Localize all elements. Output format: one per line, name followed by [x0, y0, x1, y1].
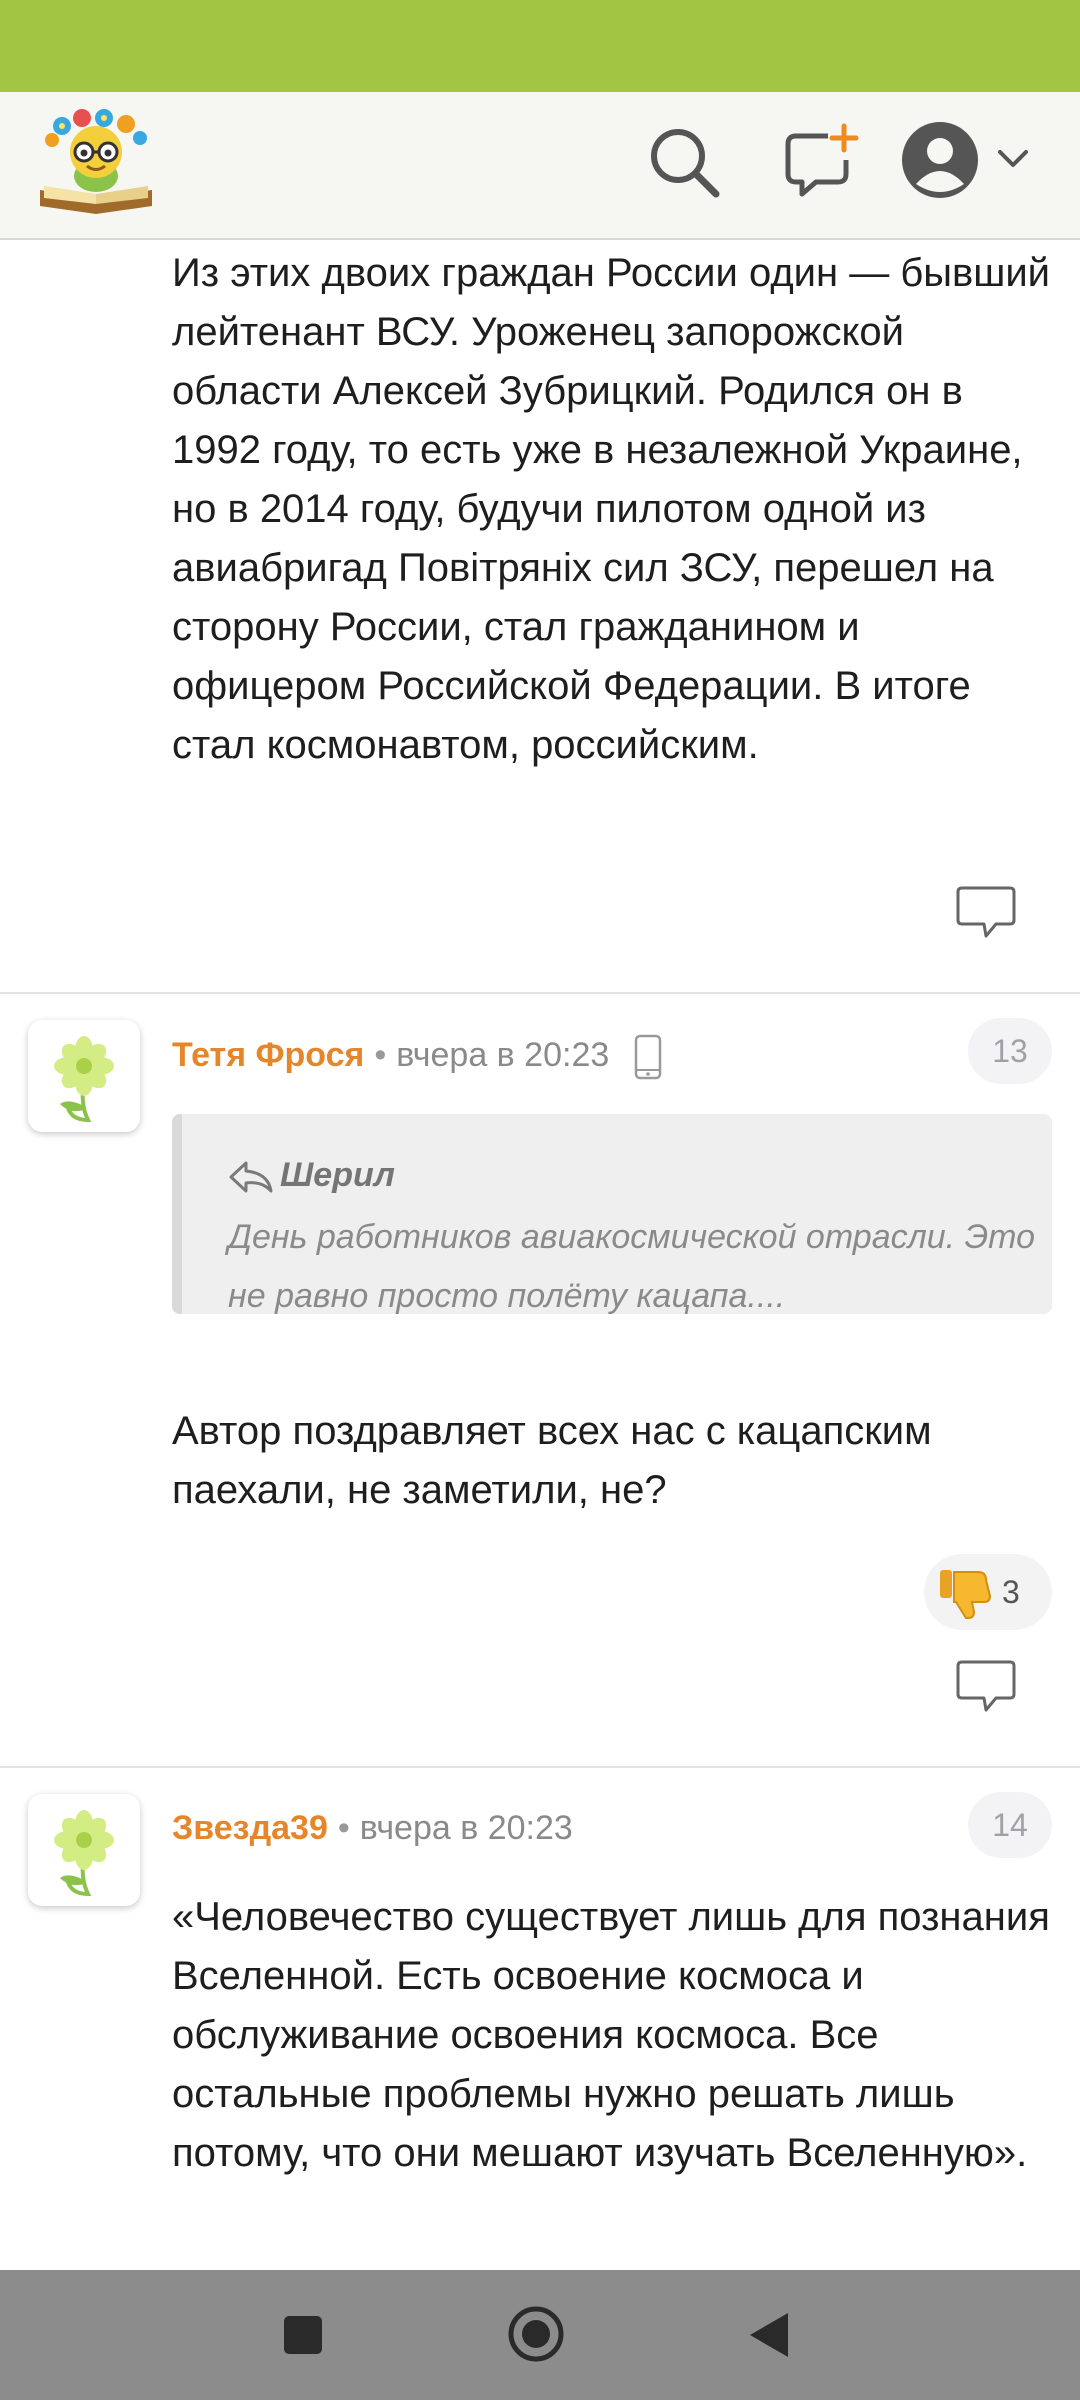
thumbs-down-icon	[940, 1570, 992, 1619]
search-icon[interactable]	[644, 122, 724, 202]
post-body-text: Из этих двоих граждан России один — бывш…	[172, 251, 1051, 767]
book-bee-logo[interactable]	[32, 106, 160, 218]
chevron-down-icon[interactable]	[996, 144, 1030, 174]
status-bar	[0, 0, 1080, 92]
comment-number-badge[interactable]: 14	[968, 1792, 1052, 1858]
comment-meta: Звезда39 • вчера в 20:23	[172, 1803, 573, 1853]
comment-body-text: «Человечество существует лишь для познан…	[172, 1895, 1050, 2175]
avatar[interactable]	[28, 1794, 140, 1906]
flower-icon	[54, 1036, 114, 1123]
comment-number-badge[interactable]: 13	[968, 1018, 1052, 1084]
new-message-icon[interactable]	[776, 122, 864, 202]
meta-separator: •	[374, 1036, 387, 1074]
back-icon[interactable]	[746, 2310, 792, 2360]
comment-meta: Тетя Фрося • вчера в 20:23	[172, 1030, 663, 1080]
quote-author-name: Шерил	[280, 1156, 395, 1194]
phone-icon	[634, 1034, 661, 1080]
comment-author[interactable]: Тетя Фрося	[172, 1036, 364, 1074]
quote-author: Шерил	[228, 1150, 395, 1200]
meta-separator: •	[337, 1809, 350, 1847]
quote-text: День работников авиакосмической отрасли.…	[228, 1218, 1036, 1315]
app-header	[0, 92, 1080, 240]
flower-icon	[54, 1810, 114, 1897]
comment-time: вчера в 20:23	[359, 1809, 573, 1847]
comment-divider	[0, 1766, 1080, 1768]
user-avatar-icon[interactable]	[900, 120, 980, 200]
reply-icon[interactable]	[954, 1658, 1018, 1716]
dislike-reaction[interactable]: 3	[924, 1554, 1052, 1630]
quote-block: Шерил День работников авиакосмической от…	[172, 1114, 1052, 1315]
system-navigation-bar	[0, 2270, 1080, 2400]
home-icon[interactable]	[506, 2304, 566, 2364]
comments-feed: Из этих двоих граждан России один — бывш…	[0, 240, 1080, 2270]
comment-divider	[0, 992, 1080, 994]
reply-icon[interactable]	[954, 884, 1018, 942]
comment-body-text: Автор поздравляет всех нас с кацапским п…	[172, 1409, 932, 1512]
reaction-count: 3	[1002, 1574, 1020, 1610]
comment-time: вчера в 20:23	[396, 1036, 610, 1074]
comment-author[interactable]: Звезда39	[172, 1809, 328, 1847]
reply-arrow-icon	[229, 1161, 273, 1193]
avatar[interactable]	[28, 1020, 140, 1132]
recent-apps-icon[interactable]	[282, 2314, 324, 2356]
